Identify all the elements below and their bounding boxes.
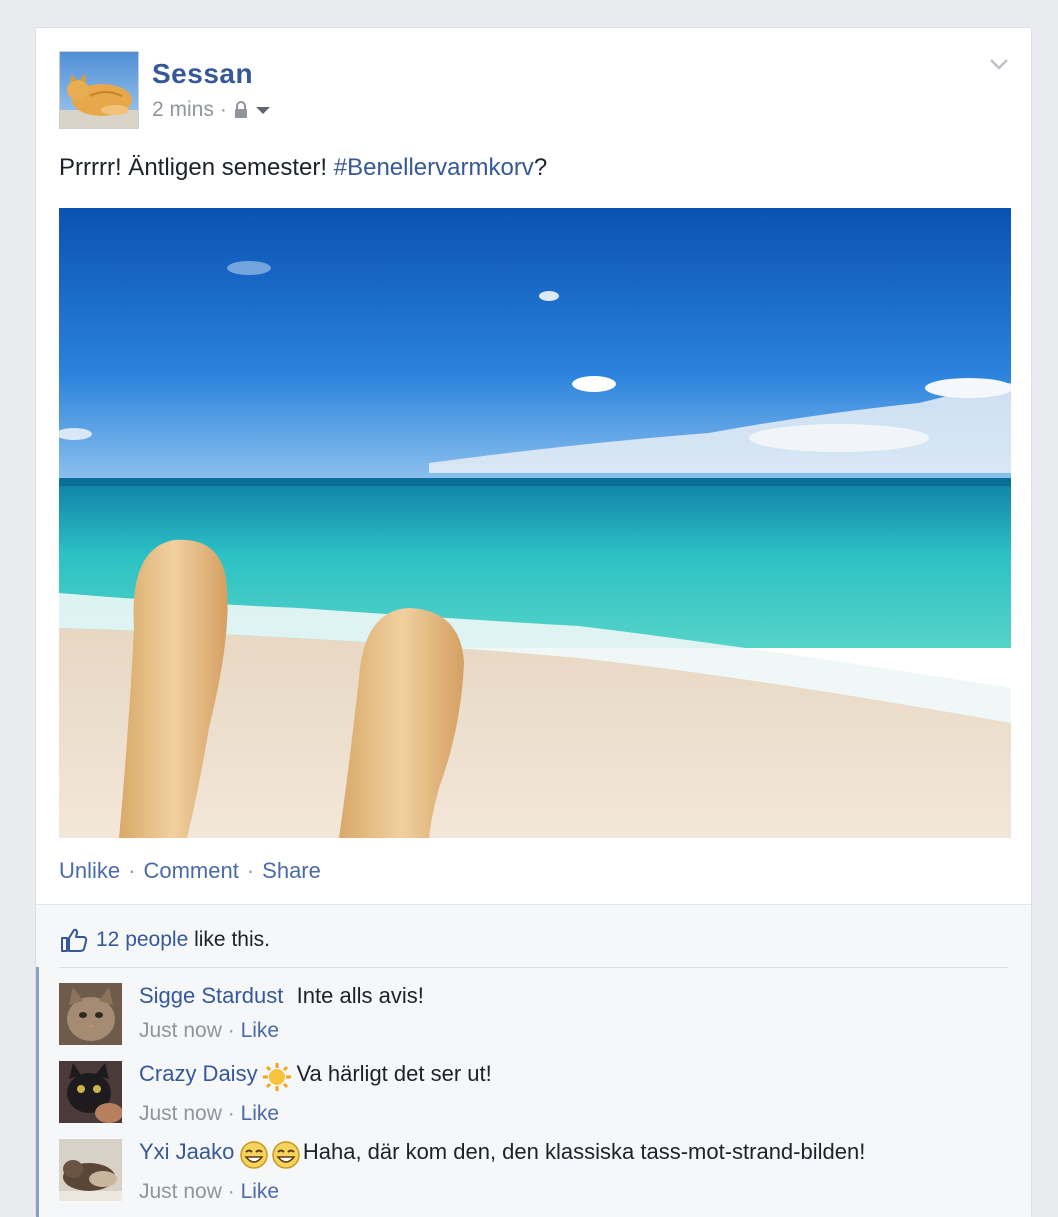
comment-link[interactable]: Comment: [143, 858, 238, 884]
commenter-name[interactable]: Sigge Stardust: [139, 983, 283, 1008]
comment-text: Inte alls avis!: [296, 983, 424, 1008]
action-separator: ·: [246, 858, 255, 883]
post-meta: 2 mins ·: [152, 98, 271, 122]
likes-suffix: like this.: [188, 928, 270, 951]
post-text-body: Prrrrr! Äntligen semester!: [59, 154, 334, 181]
commenter-avatar[interactable]: [59, 983, 122, 1045]
post-card: Sessan 2 mins · Prrrrr! Äntligen semeste…: [35, 27, 1032, 1217]
share-link[interactable]: Share: [262, 858, 321, 884]
post-text-end: ?: [533, 154, 548, 181]
comments-accent-bar: [36, 967, 39, 1217]
commenter-name[interactable]: Crazy Daisy: [139, 1061, 258, 1086]
post-timestamp[interactable]: 2 mins: [152, 98, 214, 122]
comment-like-link[interactable]: Like: [241, 1102, 280, 1125]
action-separator: ·: [128, 858, 136, 883]
comment-text: Va härligt det ser ut!: [296, 1061, 492, 1086]
chevron-down-icon[interactable]: [987, 54, 1011, 74]
comment-body: Crazy Daisy Va härligt det ser ut! Just …: [139, 1061, 492, 1126]
commenter-name[interactable]: Yxi Jaako: [139, 1139, 234, 1164]
thumbs-up-icon: [61, 928, 88, 952]
post-text: Prrrrr! Äntligen semester! #Benellervarm…: [59, 154, 547, 182]
author-avatar[interactable]: [59, 51, 139, 129]
commenter-avatar[interactable]: [59, 1061, 122, 1123]
post-photo[interactable]: [59, 208, 1011, 838]
meta-separator: ·: [227, 1101, 235, 1125]
lock-icon: [234, 101, 247, 118]
meta-separator: ·: [219, 98, 227, 121]
comment-like-link[interactable]: Like: [241, 1180, 280, 1203]
comment-timestamp[interactable]: Just now: [139, 1180, 222, 1203]
comment-body: Sigge Stardust Inte alls avis! Just now …: [139, 983, 424, 1043]
commenter-avatar[interactable]: [59, 1139, 122, 1201]
comment-timestamp[interactable]: Just now: [139, 1019, 222, 1042]
likes-count-link[interactable]: 12 people: [96, 928, 188, 951]
comment-like-link[interactable]: Like: [241, 1019, 280, 1042]
comments-section: 12 people like this. Sigge Stardust Inte…: [36, 904, 1031, 1217]
sun-icon: [263, 1062, 292, 1091]
hashtag-link[interactable]: #Benellervarmkorv: [334, 154, 534, 181]
audience-dropdown-icon[interactable]: [255, 104, 271, 116]
meta-separator: ·: [227, 1019, 235, 1042]
post-actions: Unlike · Comment · Share: [59, 858, 321, 884]
meta-separator: ·: [227, 1179, 235, 1203]
unlike-link[interactable]: Unlike: [59, 858, 120, 884]
comments-divider: [59, 967, 1008, 968]
laughing-emoji-icon: [240, 1141, 300, 1169]
author-name[interactable]: Sessan: [152, 58, 253, 90]
comment-timestamp[interactable]: Just now: [139, 1102, 222, 1125]
comment-text: Haha, där kom den, den klassiska tass-mo…: [302, 1139, 866, 1164]
likes-summary: 12 people like this.: [60, 927, 270, 953]
comment-body: Yxi Jaako Haha, där kom den, den klassis…: [139, 1139, 865, 1204]
